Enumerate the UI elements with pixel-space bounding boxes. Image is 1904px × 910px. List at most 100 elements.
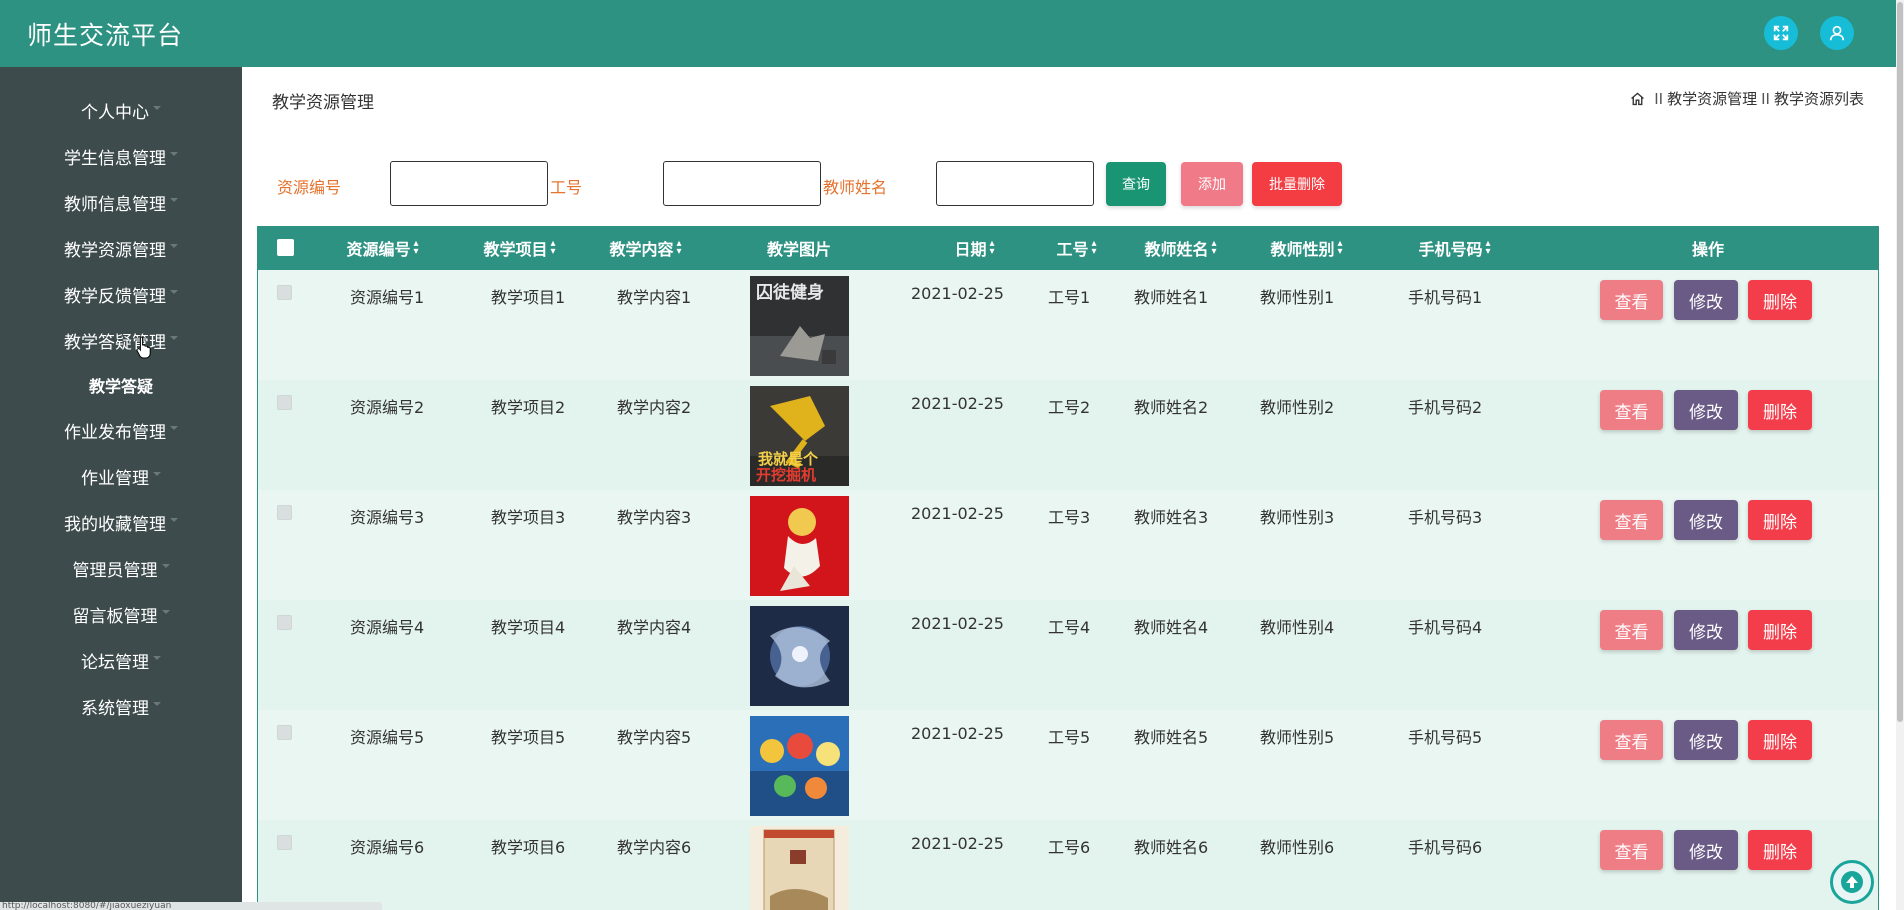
cell-phone: 手机号码5 (1408, 728, 1483, 747)
cell-phone: 手机号码4 (1408, 618, 1483, 637)
resource-thumbnail[interactable] (750, 826, 849, 910)
query-button[interactable]: 查询 (1106, 162, 1166, 206)
cell-staff-id: 工号3 (1048, 508, 1091, 527)
delete-button[interactable]: 删除 (1748, 720, 1812, 760)
sidebar-item-system[interactable]: 系统管理 (0, 686, 242, 726)
sidebar-item-teaching-qa[interactable]: 教学答疑管理 (0, 320, 242, 360)
view-button[interactable]: 查看 (1600, 720, 1663, 760)
resource-thumbnail[interactable] (750, 496, 849, 596)
sidebar-item-homework[interactable]: 作业管理 (0, 456, 242, 496)
breadcrumb-separator: II (1654, 89, 1664, 108)
delete-button[interactable]: 删除 (1748, 280, 1812, 320)
cell-date: 2021-02-25 (911, 724, 1004, 743)
staff-id-input[interactable] (663, 161, 821, 206)
page-scrollbar[interactable] (1896, 0, 1904, 910)
batch-delete-button[interactable]: 批量删除 (1252, 162, 1342, 206)
sidebar-item-forum[interactable]: 论坛管理 (0, 640, 242, 680)
resource-thumbnail[interactable] (750, 606, 849, 706)
view-button[interactable]: 查看 (1600, 610, 1663, 650)
fullscreen-button[interactable] (1764, 16, 1798, 50)
sort-icon: ▴ ▾ (550, 238, 556, 257)
view-button[interactable]: 查看 (1600, 830, 1663, 870)
cell-resource-id: 资源编号1 (350, 288, 425, 307)
caret-down-icon (161, 564, 170, 568)
view-button[interactable]: 查看 (1600, 390, 1663, 430)
app-title: 师生交流平台 (27, 20, 184, 50)
resource-thumbnail[interactable] (750, 716, 849, 816)
column-header-resource-id[interactable]: 资源编号 ▴ ▾ (324, 226, 444, 270)
sidebar-item-favorites[interactable]: 我的收藏管理 (0, 502, 242, 542)
edit-button[interactable]: 修改 (1674, 830, 1738, 870)
resource-thumbnail[interactable]: 我就是个 开挖掘机 (750, 386, 849, 486)
sidebar-item-message-board[interactable]: 留言板管理 (0, 594, 242, 634)
edit-button[interactable]: 修改 (1674, 390, 1738, 430)
delete-button[interactable]: 删除 (1748, 390, 1812, 430)
delete-button[interactable]: 删除 (1748, 500, 1812, 540)
user-button[interactable] (1820, 16, 1854, 50)
column-header-gender[interactable]: 教师性别 ▴ ▾ (1248, 226, 1368, 270)
cell-resource-id: 资源编号2 (350, 398, 425, 417)
edit-button[interactable]: 修改 (1674, 280, 1738, 320)
sidebar-item-admins[interactable]: 管理员管理 (0, 548, 242, 588)
column-header-staff-id[interactable]: 工号 ▴ ▾ (1038, 226, 1118, 270)
staff-id-label: 工号 (550, 178, 583, 197)
delete-button[interactable]: 删除 (1748, 830, 1812, 870)
caret-down-icon (161, 610, 170, 614)
row-checkbox[interactable] (277, 615, 292, 630)
column-header-teacher-name[interactable]: 教师姓名 ▴ ▾ (1122, 226, 1242, 270)
sidebar-item-teacher-info[interactable]: 教师信息管理 (0, 182, 242, 222)
cell-content: 教学内容2 (617, 398, 692, 417)
back-to-top-button[interactable] (1830, 860, 1874, 904)
sidebar-item-homework-publish[interactable]: 作业发布管理 (0, 410, 242, 450)
row-checkbox[interactable] (277, 835, 292, 850)
resource-table: 资源编号 ▴ ▾ 教学项目 ▴ ▾ 教学内容 ▴ ▾ 教学图片 日期 ▴ ▾ 工号 ▴ ▾ 教师姓名… (257, 226, 1879, 910)
row-checkbox[interactable] (277, 285, 292, 300)
delete-button[interactable]: 删除 (1748, 610, 1812, 650)
row-checkbox[interactable] (277, 725, 292, 740)
add-button[interactable]: 添加 (1181, 162, 1243, 206)
cell-date: 2021-02-25 (911, 284, 1004, 303)
column-header-image: 教学图片 (766, 240, 831, 259)
cell-content: 教学内容3 (617, 508, 692, 527)
cell-date: 2021-02-25 (911, 834, 1004, 853)
edit-button[interactable]: 修改 (1674, 500, 1738, 540)
sidebar-item-label: 个人中心 (81, 102, 149, 123)
column-header-phone[interactable]: 手机号码 ▴ ▾ (1396, 226, 1516, 270)
caret-down-icon (170, 336, 178, 340)
sidebar-subitem-teaching-qa[interactable]: 教学答疑 (0, 365, 242, 405)
edit-button[interactable]: 修改 (1674, 610, 1738, 650)
view-button[interactable]: 查看 (1600, 280, 1663, 320)
teacher-name-input[interactable] (936, 161, 1094, 206)
column-header-project[interactable]: 教学项目 ▴ ▾ (466, 226, 576, 270)
sidebar-item-teaching-feedback[interactable]: 教学反馈管理 (0, 274, 242, 314)
caret-down-icon (170, 152, 178, 156)
view-button[interactable]: 查看 (1600, 500, 1663, 540)
row-checkbox[interactable] (277, 395, 292, 410)
cell-content: 教学内容1 (617, 288, 692, 307)
sidebar-item-label: 论坛管理 (81, 652, 149, 673)
home-icon[interactable] (1629, 90, 1646, 107)
resource-thumbnail[interactable]: 囚徒健身 (750, 276, 849, 376)
select-all-checkbox[interactable] (277, 239, 294, 256)
caret-down-icon (153, 106, 161, 110)
cell-teacher-name: 教师姓名6 (1134, 838, 1209, 857)
edit-button[interactable]: 修改 (1674, 720, 1738, 760)
sidebar-item-student-info[interactable]: 学生信息管理 (0, 136, 242, 176)
cell-staff-id: 工号5 (1048, 728, 1091, 747)
table-row: 资源编号5 教学项目5 教学内容5 2021-02-25 工号5 教师姓名5 教… (258, 710, 1878, 820)
sidebar-item-teaching-resources[interactable]: 教学资源管理 (0, 228, 242, 268)
breadcrumb-item-resources[interactable]: 教学资源管理 (1667, 88, 1757, 109)
cell-phone: 手机号码6 (1408, 838, 1483, 857)
row-checkbox[interactable] (277, 505, 292, 520)
column-header-content[interactable]: 教学内容 ▴ ▾ (592, 226, 702, 270)
cell-resource-id: 资源编号4 (350, 618, 425, 637)
column-header-date[interactable]: 日期 ▴ ▾ (926, 226, 1026, 270)
sidebar-item-label: 留言板管理 (72, 606, 158, 627)
resource-id-input[interactable] (390, 161, 548, 206)
fullscreen-icon (1773, 25, 1789, 41)
cell-content: 教学内容6 (617, 838, 692, 857)
sidebar-item-personal-center[interactable]: 个人中心 (0, 90, 242, 130)
cell-project: 教学项目3 (491, 508, 566, 527)
scrollbar-thumb[interactable] (1897, 2, 1903, 722)
cell-teacher-name: 教师姓名5 (1134, 728, 1209, 747)
